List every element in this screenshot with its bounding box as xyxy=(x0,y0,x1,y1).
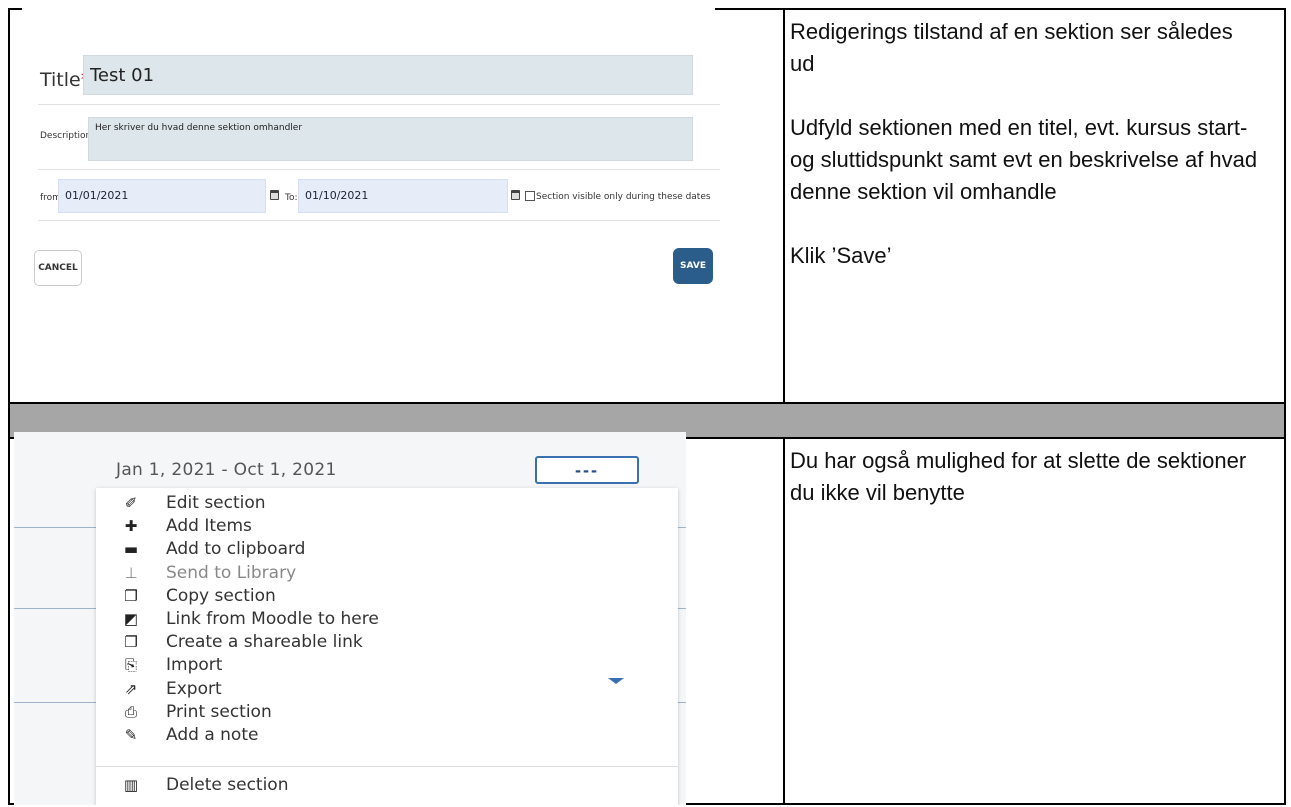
menu-item-label: Add Items xyxy=(166,516,252,537)
menu-item-edit-section[interactable]: ✐ Edit section xyxy=(96,492,266,514)
menu-item-print-section[interactable]: ⎙ Print section xyxy=(96,701,272,723)
menu-item-label: Add to clipboard xyxy=(166,539,306,560)
menu-item-import[interactable]: ⎘ Import xyxy=(96,654,222,676)
description-label: Description: xyxy=(40,131,95,141)
visible-label: Section visible only during these dates xyxy=(536,192,711,202)
instruction-paragraph: Du har også mulighed for at slette de se… xyxy=(790,448,1247,505)
menu-item-label: Send to Library xyxy=(166,562,297,583)
menu-item-add-a-note[interactable]: ✎ Add a note xyxy=(96,724,259,746)
instruction-paragraph: Klik ’Save’ xyxy=(790,243,892,268)
instructions-bottom: Du har også mulighed for at slette de se… xyxy=(790,445,1260,541)
divider xyxy=(38,169,720,170)
section-dropdown-menu: ✐ Edit section ✚ Add Items ▬ Add to clipboard… xyxy=(96,488,678,805)
instruction-paragraph: Redigerings tilstand af en sektion ser s… xyxy=(790,19,1233,76)
instruction-paragraph: Udfyld sektionen med en titel, evt. kurs… xyxy=(790,115,1258,204)
divider xyxy=(38,220,720,221)
print-icon: ⎙ xyxy=(124,702,137,721)
menu-item-copy-section[interactable]: ❐ Copy section xyxy=(96,585,276,607)
plus-icon: ✚ xyxy=(124,517,138,536)
cancel-button[interactable]: CANCEL xyxy=(34,250,82,286)
caret-down-icon xyxy=(608,678,624,684)
to-label: To: xyxy=(285,193,298,203)
note-icon: ✎ xyxy=(124,726,138,744)
to-date-input[interactable]: 01/10/2021 xyxy=(298,179,508,213)
visible-checkbox[interactable] xyxy=(525,191,535,201)
menu-item-export[interactable]: ⇗ Export xyxy=(96,678,222,700)
section-edit-form: Title*: Test 01 Description: Her skriver… xyxy=(22,8,720,293)
export-icon: ⇗ xyxy=(124,679,138,698)
menu-item-label: Edit section xyxy=(166,493,266,513)
title-input[interactable]: Test 01 xyxy=(83,55,693,95)
menu-item-label: Delete section xyxy=(166,775,289,795)
import-icon: ⎘ xyxy=(124,656,137,675)
menu-item-label: Create a shareable link xyxy=(166,632,363,653)
ellipsis-icon: --- xyxy=(575,459,599,480)
divider xyxy=(38,104,720,105)
menu-item-label: Print section xyxy=(166,701,272,722)
menu-item-send-to-library[interactable]: ⊥ Send to Library xyxy=(96,562,296,584)
menu-item-add-items[interactable]: ✚ Add Items xyxy=(96,515,252,537)
calendar-icon[interactable] xyxy=(511,190,520,200)
section-date-range: Jan 1, 2021 - Oct 1, 2021 xyxy=(116,460,337,480)
pin-icon: ⊥ xyxy=(124,563,138,582)
menu-item-link-from-moodle-to-here[interactable]: ◩ Link from Moodle to here xyxy=(96,608,379,630)
copy-icon: ❐ xyxy=(124,586,138,605)
menu-item-label: Export xyxy=(166,678,222,699)
section-menu-button[interactable]: --- xyxy=(535,456,639,484)
trash-icon: ▥ xyxy=(123,776,139,794)
menu-item-delete-section[interactable]: ▥ Delete section xyxy=(96,774,289,796)
menu-item-label: Copy section xyxy=(166,585,276,606)
calendar-icon[interactable] xyxy=(270,190,279,200)
clipboard-icon: ▬ xyxy=(123,540,139,559)
instructions-top: Redigerings tilstand af en sektion ser s… xyxy=(790,16,1260,304)
menu-item-label: Link from Moodle to here xyxy=(166,609,379,629)
save-button[interactable]: SAVE xyxy=(673,248,713,284)
link-icon: ◩ xyxy=(123,610,139,628)
menu-divider xyxy=(96,766,678,767)
menu-item-label: Import xyxy=(166,655,223,676)
pencil-icon: ✐ xyxy=(124,494,138,512)
menu-item-add-to-clipboard[interactable]: ▬ Add to clipboard xyxy=(96,538,306,560)
menu-item-create-a-shareable-link[interactable]: ❐ Create a shareable link xyxy=(96,631,363,653)
from-date-input[interactable]: 01/01/2021 xyxy=(58,179,266,213)
share-icon: ❐ xyxy=(124,633,138,652)
description-textarea[interactable]: Her skriver du hvad denne sektion omhand… xyxy=(88,117,693,161)
menu-item-label: Add a note xyxy=(166,725,259,745)
section-menu-screenshot: Jan 1, 2021 - Oct 1, 2021 --- ✐ Edit sect… xyxy=(14,432,686,805)
